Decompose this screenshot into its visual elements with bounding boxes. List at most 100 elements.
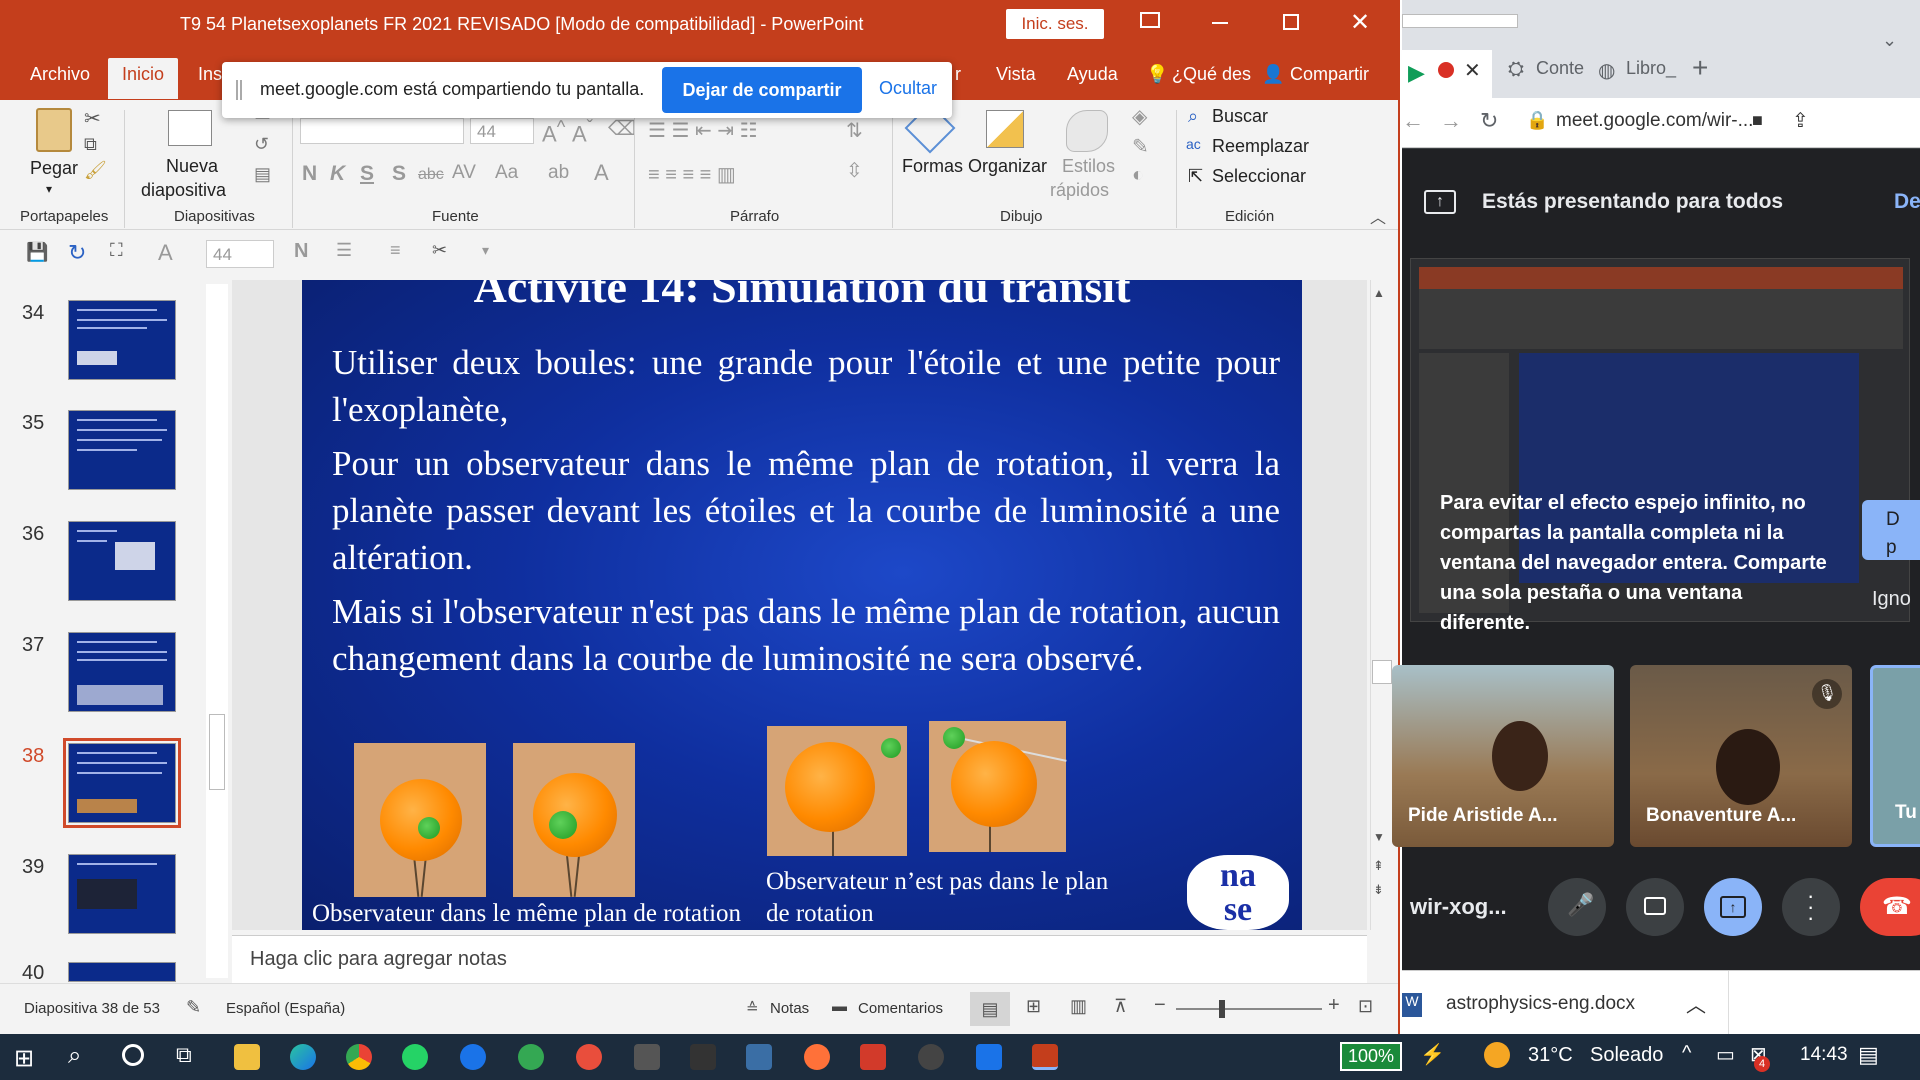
change-case-icon[interactable]: Aa [495,162,518,184]
leave-call-button[interactable]: ☎ [1860,878,1920,936]
share-page-icon[interactable]: ⇪ [1792,108,1809,133]
new-slide-label-1[interactable]: Nueva [166,156,218,177]
caption-same-plane[interactable]: Observateur dans le même plan de rotatio… [312,900,741,928]
slide-thumbnail[interactable] [68,521,176,601]
qat-bold-icon[interactable]: N [294,240,308,263]
file-explorer-icon[interactable] [234,1044,260,1070]
app-icon[interactable] [918,1044,944,1070]
slide-thumbnail[interactable] [68,300,176,380]
slide-scrollbar[interactable]: ▲ ▼ ⇞ ⇟ [1370,280,1394,930]
underline-icon[interactable]: S [360,162,374,186]
text-direction-icon[interactable]: ⇅ [846,118,863,143]
find-button[interactable]: Buscar [1212,106,1268,127]
slide-paragraph-2[interactable]: Pour un observateur dans le même plan de… [332,440,1280,581]
tab-archivo[interactable]: Archivo [30,64,90,85]
arrange-icon[interactable] [986,110,1024,148]
more-options-button[interactable]: · · · [1782,878,1840,936]
network-icon[interactable]: ▭ [1716,1042,1735,1067]
new-slide-icon[interactable] [168,110,212,146]
qat-font-size[interactable]: 44 [206,240,274,268]
shadow-icon[interactable]: S [392,162,406,186]
weather-text[interactable]: Soleado [1590,1044,1663,1067]
format-painter-icon[interactable]: 🖌 [84,160,107,181]
drag-handle-icon[interactable] [236,80,242,100]
chevron-up-icon[interactable]: ︿ [1686,989,1706,1018]
qat-bullets-icon[interactable]: ☰ [336,240,352,261]
align-icon[interactable]: ≡ ≡ ≡ ≡ ▥ [648,162,736,187]
close-icon[interactable]: ✕ [1350,8,1370,37]
powerpoint-taskbar-icon[interactable] [1032,1044,1058,1070]
slide-title[interactable]: Activité 14: Simulation du transit [302,280,1302,313]
cortana-icon[interactable] [122,1044,144,1066]
participant-tile-self[interactable]: Tu [1870,665,1920,847]
present-icon[interactable]: ⛶ [110,240,123,261]
bold-icon[interactable]: N [302,162,317,186]
reload-icon[interactable]: ↻ [1480,108,1498,134]
quick-styles-label-1[interactable]: Estilos [1062,156,1115,177]
quick-styles-icon[interactable] [1066,110,1108,152]
language-indicator[interactable]: Español (España) [226,1000,345,1017]
tab-search-icon[interactable]: ⌄ [1882,30,1897,51]
caption-not-same-plane-2[interactable]: de rotation [766,900,874,928]
slide-canvas[interactable]: Activité 14: Simulation du transit Utili… [302,280,1302,930]
font-name-box[interactable] [300,118,464,144]
paste-icon[interactable] [36,108,72,152]
align-text-icon[interactable]: ⇳ [846,158,863,183]
tab-vista[interactable]: Vista [996,64,1036,85]
collapse-ribbon-icon[interactable]: ︿ [1370,204,1386,228]
slide-thumbnail[interactable] [68,854,176,934]
paste-button[interactable]: Pegar [30,158,78,179]
select-button[interactable]: Seleccionar [1212,166,1306,187]
qat-cut-icon[interactable]: ✂ [432,240,447,261]
presenting-banner-action[interactable]: De [1894,190,1920,214]
side-action-button[interactable]: Dp [1862,500,1920,560]
shrink-font-icon[interactable]: Aˇ [572,116,593,147]
app-icon[interactable] [976,1044,1002,1070]
fit-slide-icon[interactable]: ⊡ [1358,996,1373,1017]
action-center-icon[interactable]: ▤ [1858,1042,1879,1068]
tab-partial[interactable]: r [955,64,961,85]
battery-indicator[interactable]: 100% [1340,1042,1403,1071]
chevron-down-icon[interactable]: ▾ [46,182,52,196]
notes-toggle[interactable]: Notas [770,1000,809,1017]
quick-styles-label-2[interactable]: rápidos [1050,180,1109,201]
notes-pane[interactable]: Haga clic para agregar notas [232,935,1367,985]
app-icon[interactable] [634,1044,660,1070]
thumbnails-scrollbar[interactable] [206,284,228,978]
slide-thumbnail-selected[interactable] [63,738,181,828]
clear-format-icon[interactable]: ⌫ [608,116,636,141]
stop-sharing-button[interactable]: Dejar de compartir [662,67,862,113]
replace-button[interactable]: Reemplazar [1212,136,1309,157]
arrange-button[interactable]: Organizar [968,156,1047,177]
app-icon[interactable] [576,1044,602,1070]
section-icon[interactable]: ▤ [254,164,271,185]
fill-icon[interactable]: ◈ [1132,104,1147,129]
tab-insertar[interactable]: Ins [198,64,222,85]
outline-icon[interactable]: ✎ [1132,134,1149,159]
tab-close-icon[interactable]: ✕ [1464,58,1481,83]
maximize-icon[interactable] [1283,14,1299,30]
slide-thumbnail[interactable] [68,962,176,982]
font-size-box[interactable]: 44 [470,118,534,144]
firefox-icon[interactable] [804,1044,830,1070]
search-icon[interactable]: ⌕ [68,1042,81,1070]
caption-not-same-plane-1[interactable]: Observateur n’est pas dans le plan [766,868,1108,896]
tab-inicio[interactable]: Inicio [108,58,179,99]
cut-icon[interactable]: ✂ [84,106,101,131]
app-icon[interactable] [746,1044,772,1070]
reading-view-icon[interactable]: ▥ [1070,996,1087,1017]
normal-view-icon[interactable]: ▤ [970,992,1010,1026]
zoom-in-icon[interactable]: + [1328,994,1340,1017]
font-color-icon[interactable]: A [594,160,609,186]
highlight-icon[interactable]: ab [548,162,569,184]
font-a-icon[interactable]: A [158,240,173,266]
downloaded-file[interactable]: astrophysics-eng.docx [1446,993,1635,1015]
new-slide-label-2[interactable]: diapositiva [141,180,226,201]
ignore-button[interactable]: Igno [1872,588,1911,611]
chevron-up-icon[interactable]: ^ [1682,1042,1691,1065]
share-button[interactable]: Compartir [1290,64,1369,85]
camera-indicator-icon[interactable]: ■ [1752,110,1763,131]
new-tab-icon[interactable]: + [1692,52,1708,84]
spellcheck-icon[interactable]: ✎ [186,997,201,1018]
sorter-view-icon[interactable]: ⊞ [1026,996,1041,1017]
